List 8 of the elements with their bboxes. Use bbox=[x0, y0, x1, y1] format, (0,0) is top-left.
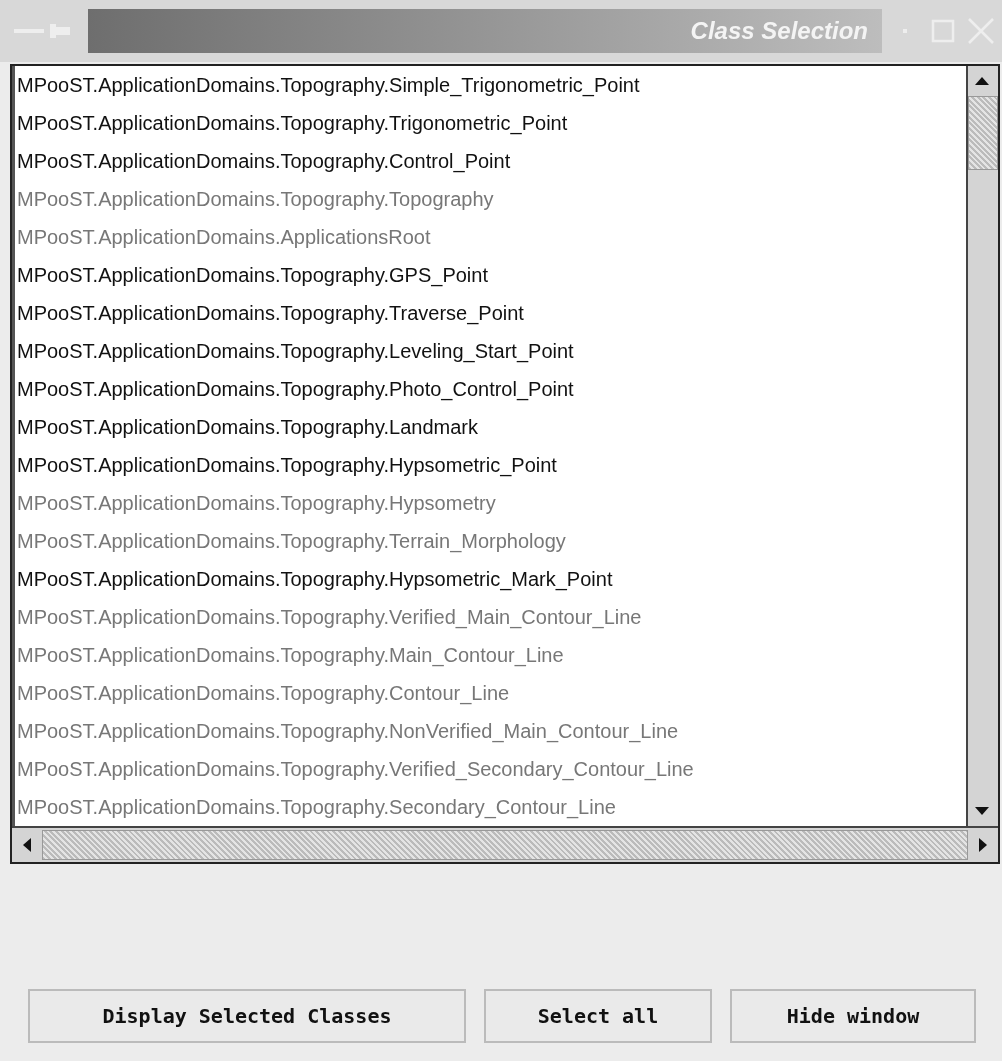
scroll-thumb[interactable] bbox=[42, 830, 968, 860]
vertical-scrollbar[interactable] bbox=[966, 66, 998, 826]
window-title: Class Selection bbox=[690, 17, 868, 45]
dialog-button[interactable]: Select all bbox=[484, 989, 712, 1043]
dialog-button[interactable]: Display Selected Classes bbox=[28, 989, 466, 1043]
horizontal-scrollbar[interactable] bbox=[12, 826, 998, 862]
scroll-thumb[interactable] bbox=[968, 96, 998, 170]
dialog-button[interactable]: Hide window bbox=[730, 989, 976, 1043]
